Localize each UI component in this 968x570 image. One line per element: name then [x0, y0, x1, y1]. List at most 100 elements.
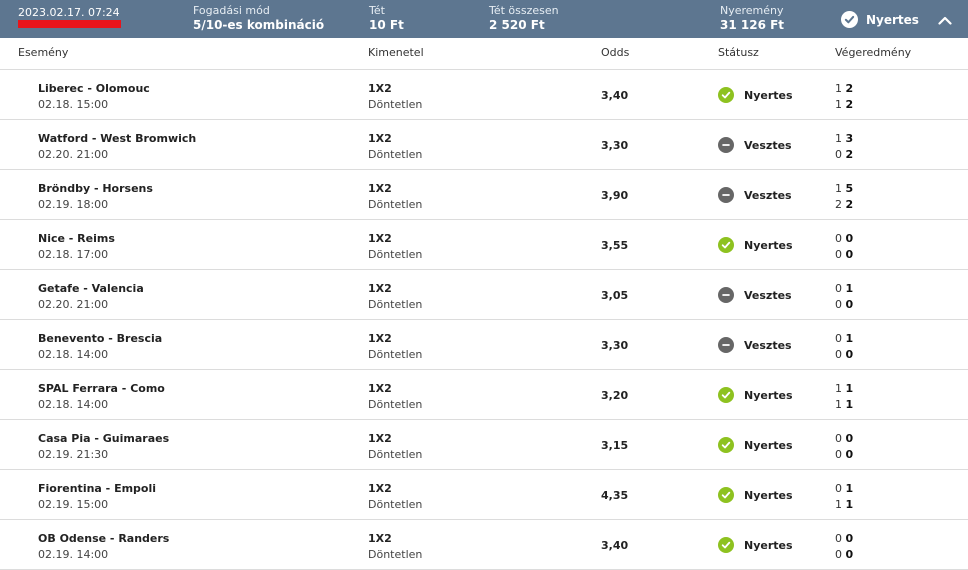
result-cell: 0 1 1 1	[835, 481, 853, 513]
status-cell: Vesztes	[718, 337, 792, 353]
odds-value: 3,40	[601, 89, 629, 102]
market-cell: 1X2 Döntetlen	[368, 481, 422, 513]
score-1-first: 0	[835, 432, 842, 445]
result-cell: 1 1 1 1	[835, 381, 853, 413]
score-line-2: 2 2	[835, 197, 853, 213]
collapse-button[interactable]	[936, 10, 954, 28]
score-line-2: 1 1	[835, 397, 853, 413]
score-line-1: 1 3	[835, 131, 853, 147]
stake-label: Tét	[369, 4, 385, 17]
total-stake-value: 2 520 Ft	[489, 18, 545, 32]
column-odds: Odds	[601, 46, 630, 59]
score-line-1: 0 1	[835, 481, 853, 497]
event-date: 02.19. 21:30	[38, 448, 109, 461]
event-name: Benevento - Brescia	[38, 332, 163, 345]
status-cell: Vesztes	[718, 287, 792, 303]
bet-type-value: 5/10-es kombináció	[193, 18, 325, 32]
market-cell: 1X2 Döntetlen	[368, 81, 422, 113]
event-date: 02.19. 14:00	[38, 548, 109, 561]
score-2-first: 1	[835, 98, 842, 111]
bet-type: Fogadási mód 5/10-es kombináció	[193, 3, 324, 33]
event-name: OB Odense - Randers	[38, 532, 170, 545]
minus-circle-icon	[718, 337, 734, 353]
score-line-2: 1 1	[835, 497, 853, 513]
score-2-second: 2	[845, 198, 854, 211]
bet-summary-header: 2023.02.17. 07:24 Fogadási mód 5/10-es k…	[0, 0, 968, 38]
score-1-first: 0	[835, 232, 842, 245]
score-1-second: 2	[845, 82, 854, 95]
score-1-second: 0	[845, 432, 854, 445]
status-label: Vesztes	[744, 138, 792, 152]
stake: Tét 10 Ft	[369, 3, 404, 33]
score-2-first: 1	[835, 498, 842, 511]
event-date: 02.18. 14:00	[38, 348, 109, 361]
market-selection: Döntetlen	[368, 448, 423, 461]
chevron-up-icon	[938, 10, 952, 29]
odds-value: 3,55	[601, 239, 629, 252]
market-cell: 1X2 Döntetlen	[368, 531, 422, 563]
event-cell: Nice - Reims 02.18. 17:00	[38, 231, 115, 263]
status-label: Nyertes	[744, 88, 793, 102]
score-2-first: 0	[835, 298, 842, 311]
score-2-first: 0	[835, 148, 842, 161]
bet-type-label: Fogadási mód	[193, 4, 270, 17]
check-circle-icon	[718, 537, 734, 553]
event-date: 02.18. 17:00	[38, 248, 109, 261]
column-market: Kimenetel	[368, 46, 424, 59]
event-date: 02.19. 15:00	[38, 498, 109, 511]
score-1-first: 1	[835, 132, 842, 145]
score-2-second: 0	[845, 448, 854, 461]
status-label: Nyertes	[744, 238, 793, 252]
status-label: Nyertes	[744, 438, 793, 452]
bet-status-label: Nyertes	[866, 12, 919, 27]
event-name: Watford - West Bromwich	[38, 132, 197, 145]
column-headers: Esemény Kimenetel Odds Státusz Végeredmé…	[0, 38, 968, 70]
table-row: Nice - Reims 02.18. 17:00 1X2 Döntetlen …	[0, 220, 968, 270]
event-cell: Casa Pia - Guimaraes 02.19. 21:30	[38, 431, 169, 463]
odds-value: 3,90	[601, 189, 629, 202]
market-cell: 1X2 Döntetlen	[368, 281, 422, 313]
market-name: 1X2	[368, 382, 392, 395]
score-1-first: 0	[835, 282, 842, 295]
score-1-second: 1	[845, 282, 854, 295]
status-label: Nyertes	[744, 488, 793, 502]
score-1-first: 0	[835, 532, 842, 545]
market-selection: Döntetlen	[368, 348, 423, 361]
score-1-second: 3	[845, 132, 854, 145]
score-1-second: 1	[845, 482, 854, 495]
score-2-second: 0	[845, 298, 854, 311]
score-2-second: 1	[845, 498, 854, 511]
event-name: Nice - Reims	[38, 232, 115, 245]
market-selection: Döntetlen	[368, 98, 423, 111]
status-cell: Vesztes	[718, 187, 792, 203]
event-date: 02.18. 14:00	[38, 398, 109, 411]
score-line-1: 0 1	[835, 281, 853, 297]
market-selection: Döntetlen	[368, 198, 423, 211]
score-line-2: 0 0	[835, 297, 853, 313]
market-cell: 1X2 Döntetlen	[368, 381, 422, 413]
table-row: Getafe - Valencia 02.20. 21:00 1X2 Dönte…	[0, 270, 968, 320]
column-status: Státusz	[718, 46, 759, 59]
score-1-first: 0	[835, 332, 842, 345]
score-line-1: 0 0	[835, 431, 853, 447]
market-selection: Döntetlen	[368, 148, 423, 161]
status-cell: Nyertes	[718, 387, 793, 403]
market-name: 1X2	[368, 532, 392, 545]
event-cell: Getafe - Valencia 02.20. 21:00	[38, 281, 144, 313]
check-circle-icon	[718, 237, 734, 253]
event-name: Getafe - Valencia	[38, 282, 144, 295]
winnings-label: Nyeremény	[720, 4, 784, 17]
score-line-2: 0 0	[835, 347, 853, 363]
market-name: 1X2	[368, 432, 392, 445]
score-line-2: 0 0	[835, 247, 853, 263]
status-label: Vesztes	[744, 338, 792, 352]
event-name: Fiorentina - Empoli	[38, 482, 157, 495]
event-cell: SPAL Ferrara - Como 02.18. 14:00	[38, 381, 165, 413]
market-selection: Döntetlen	[368, 398, 423, 411]
score-1-first: 1	[835, 382, 842, 395]
odds-value: 3,15	[601, 439, 629, 452]
score-1-first: 1	[835, 82, 842, 95]
event-name: SPAL Ferrara - Como	[38, 382, 165, 395]
market-name: 1X2	[368, 182, 392, 195]
event-date: 02.19. 18:00	[38, 198, 109, 211]
